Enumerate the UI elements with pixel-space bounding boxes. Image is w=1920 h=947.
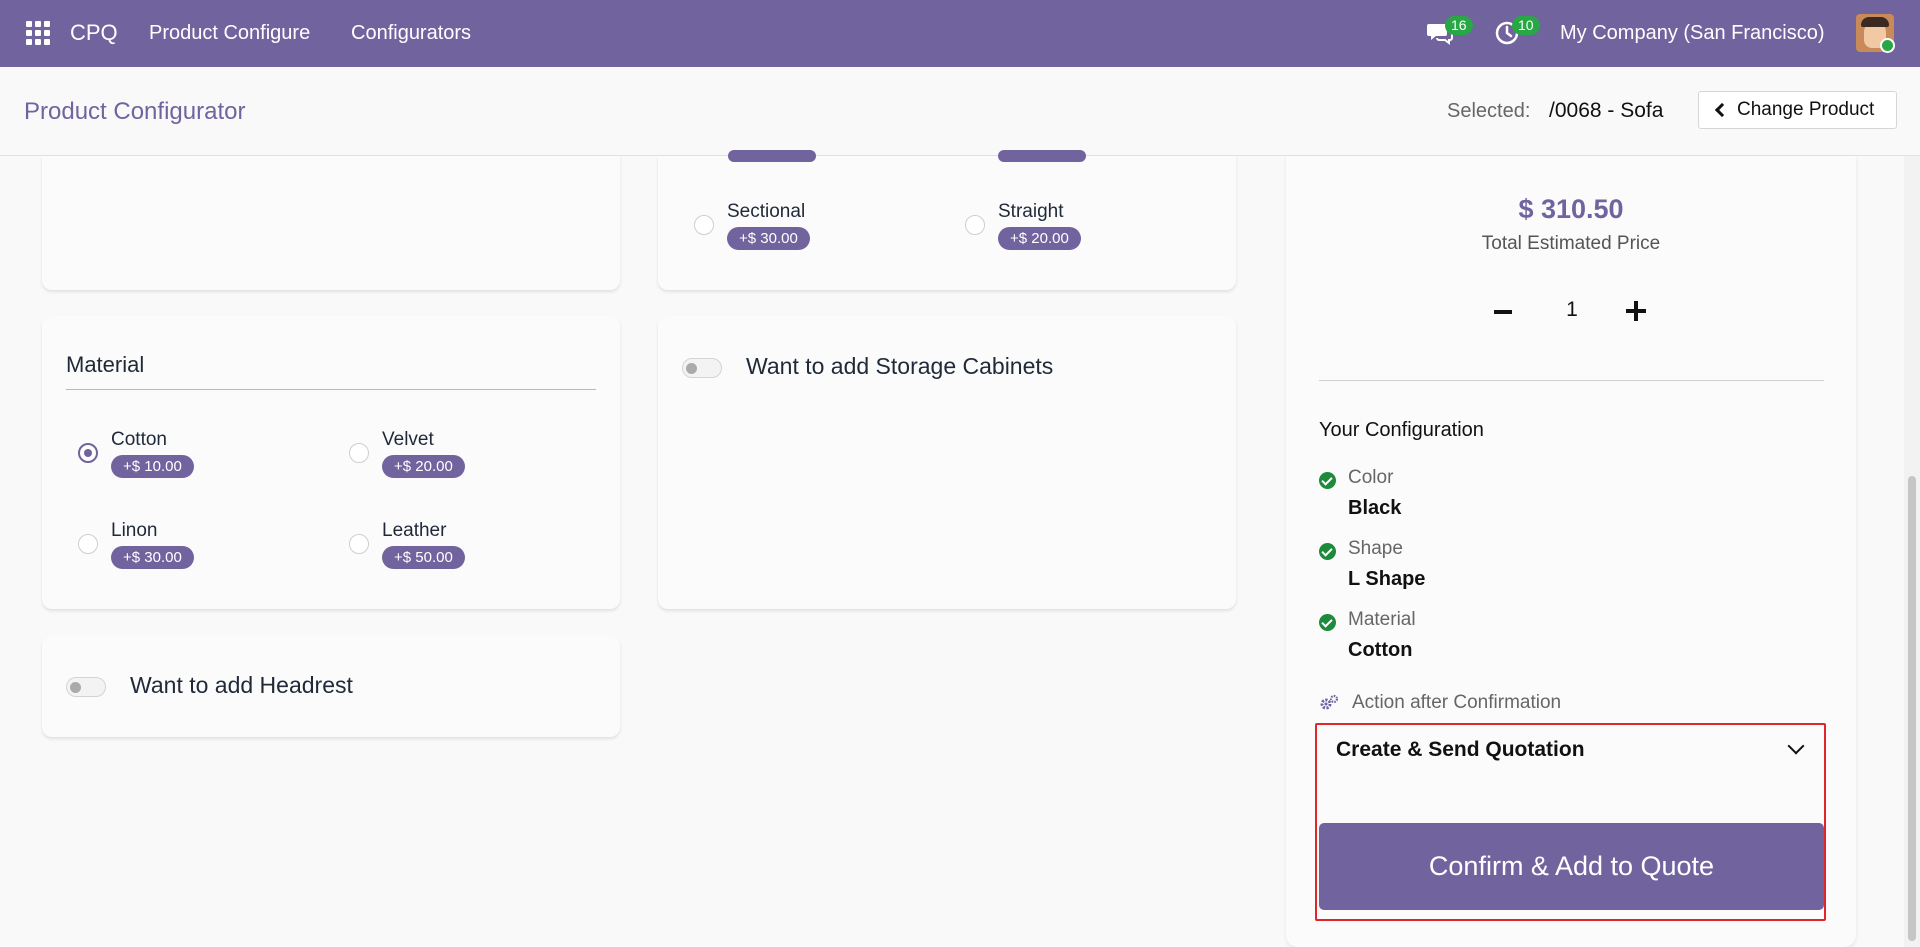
material-price-badge: +$ 10.00 (111, 455, 194, 478)
total-estimated-price: $ 310.50 (1518, 194, 1624, 224)
material-radio-linon[interactable] (78, 534, 98, 554)
messages-badge: 16 (1445, 16, 1473, 35)
config-item-value: L Shape (1348, 568, 1426, 590)
configuration-summary-panel: $ 310.50 Total Estimated Price 1 Your Co… (1286, 156, 1856, 947)
storage-cabinets-label: Want to add Storage Cabinets (746, 353, 1054, 379)
online-status-icon (1880, 38, 1895, 53)
shape-radio-straight[interactable] (965, 215, 985, 235)
material-option-label: Linon (111, 520, 158, 541)
material-option-label: Velvet (382, 429, 434, 450)
storage-cabinets-toggle[interactable] (682, 358, 722, 378)
material-price-badge: +$ 50.00 (382, 546, 465, 569)
quantity-increase-button[interactable] (1626, 301, 1646, 321)
action-select-value: Create & Send Quotation (1336, 738, 1585, 761)
material-title: Material (66, 352, 145, 377)
material-option-label: Leather (382, 520, 447, 541)
shape-option-label: Sectional (727, 201, 806, 222)
headrest-toggle[interactable] (66, 677, 106, 697)
selected-label: Selected: (1447, 100, 1531, 122)
material-divider (66, 389, 596, 390)
price-pill-clipped (728, 150, 816, 162)
material-card: Material Cotton +$ 10.00 Velvet +$ 20.00… (42, 316, 620, 609)
quantity-decrease-button[interactable] (1494, 310, 1512, 314)
apps-grid-icon[interactable] (26, 21, 50, 45)
config-item-value: Black (1348, 497, 1402, 519)
headrest-label: Want to add Headrest (130, 672, 353, 698)
attribute-card-upper-left (42, 156, 620, 290)
config-item-key: Shape (1348, 538, 1403, 559)
action-after-confirmation-label: Action after Confirmation (1352, 692, 1562, 713)
change-product-button[interactable]: Change Product (1698, 91, 1897, 129)
shape-price-badge: +$ 20.00 (998, 227, 1081, 250)
quantity-value[interactable]: 1 (1556, 298, 1588, 322)
price-pill-clipped (998, 150, 1086, 162)
selected-product: /0068 - Sofa (1549, 99, 1664, 122)
storage-cabinets-card: Want to add Storage Cabinets (658, 316, 1236, 609)
control-panel: Product Configurator Selected: /0068 - S… (0, 67, 1920, 156)
config-item-value: Cotton (1348, 639, 1413, 661)
config-item-key: Material (1348, 609, 1416, 630)
shape-card: Sectional +$ 30.00 Straight +$ 20.00 (658, 150, 1236, 290)
nav-configurators[interactable]: Configurators (351, 22, 471, 45)
top-navbar: CPQ Product Configure Configurators 16 1… (0, 0, 1920, 67)
chevron-down-icon (1787, 737, 1805, 755)
material-option-label: Cotton (111, 429, 167, 450)
action-after-confirmation-select[interactable]: Create & Send Quotation (1319, 718, 1824, 788)
your-configuration-title: Your Configuration (1319, 419, 1484, 441)
change-product-label: Change Product (1737, 99, 1875, 120)
vertical-scrollbar[interactable] (1904, 156, 1920, 947)
material-radio-cotton[interactable] (78, 443, 98, 463)
material-radio-leather[interactable] (349, 534, 369, 554)
company-switcher[interactable]: My Company (San Francisco) (1560, 22, 1825, 45)
material-radio-velvet[interactable] (349, 443, 369, 463)
config-item-key: Color (1348, 467, 1394, 488)
page-title: Product Configurator (24, 98, 246, 125)
summary-divider (1319, 380, 1824, 381)
activities-badge: 10 (1512, 16, 1540, 35)
headrest-card: Want to add Headrest (42, 635, 620, 737)
scrollbar-thumb[interactable] (1908, 476, 1916, 941)
material-price-badge: +$ 30.00 (111, 546, 194, 569)
material-price-badge: +$ 20.00 (382, 455, 465, 478)
check-circle-icon (1319, 472, 1336, 489)
shape-radio-sectional[interactable] (694, 215, 714, 235)
check-circle-icon (1319, 543, 1336, 560)
check-circle-icon (1319, 614, 1336, 631)
confirm-add-to-quote-button[interactable]: Confirm & Add to Quote (1319, 823, 1824, 910)
shape-option-label: Straight (998, 201, 1064, 222)
chevron-left-icon (1714, 102, 1730, 118)
app-brand[interactable]: CPQ (70, 20, 118, 46)
total-estimated-price-label: Total Estimated Price (1481, 233, 1661, 254)
gears-icon (1320, 694, 1339, 710)
nav-product-configure[interactable]: Product Configure (149, 22, 310, 45)
shape-price-badge: +$ 30.00 (727, 227, 810, 250)
